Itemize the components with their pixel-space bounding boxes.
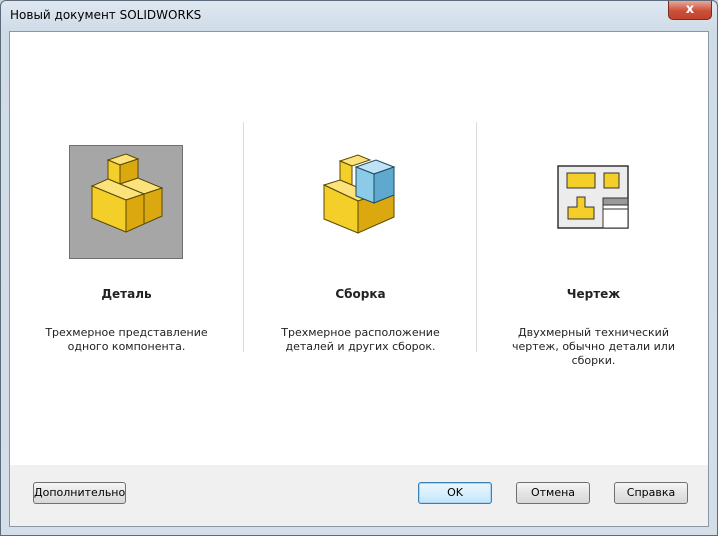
help-button[interactable]: Справка bbox=[614, 482, 688, 504]
option-part-label: Деталь bbox=[101, 287, 152, 301]
option-drawing[interactable]: Чертеж Двухмерный технический чертеж, об… bbox=[477, 32, 710, 462]
option-assembly-label: Сборка bbox=[335, 287, 386, 301]
assembly-icon bbox=[322, 154, 396, 234]
option-part[interactable]: Деталь Трехмерное представление одного к… bbox=[10, 32, 243, 462]
close-button[interactable]: x bbox=[668, 1, 712, 20]
part-thumbnail[interactable] bbox=[69, 145, 183, 259]
drawing-thumbnail[interactable] bbox=[536, 145, 650, 259]
option-assembly-description: Трехмерное расположение деталей и других… bbox=[281, 326, 440, 353]
option-assembly[interactable]: Сборка Трехмерное расположение деталей и… bbox=[244, 32, 477, 462]
new-document-dialog: Новый документ SOLIDWORKS x Деталь Трехм… bbox=[0, 0, 718, 536]
cancel-button[interactable]: Отмена bbox=[516, 482, 590, 504]
close-icon: x bbox=[685, 2, 695, 17]
part-icon bbox=[90, 153, 164, 233]
dialog-footer: Дополнительно OK Отмена Справка bbox=[10, 465, 708, 526]
ok-button[interactable]: OK bbox=[418, 482, 492, 504]
dialog-content: Деталь Трехмерное представление одного к… bbox=[9, 31, 709, 527]
window-title: Новый документ SOLIDWORKS bbox=[10, 8, 202, 22]
title-bar[interactable]: Новый документ SOLIDWORKS x bbox=[1, 1, 717, 31]
option-drawing-label: Чертеж bbox=[566, 287, 621, 301]
drawing-icon bbox=[557, 165, 629, 229]
option-part-description: Трехмерное представление одного компонен… bbox=[45, 326, 208, 353]
option-drawing-description: Двухмерный технический чертеж, обычно де… bbox=[512, 326, 675, 367]
advanced-button[interactable]: Дополнительно bbox=[33, 482, 126, 504]
assembly-thumbnail[interactable] bbox=[306, 145, 420, 259]
